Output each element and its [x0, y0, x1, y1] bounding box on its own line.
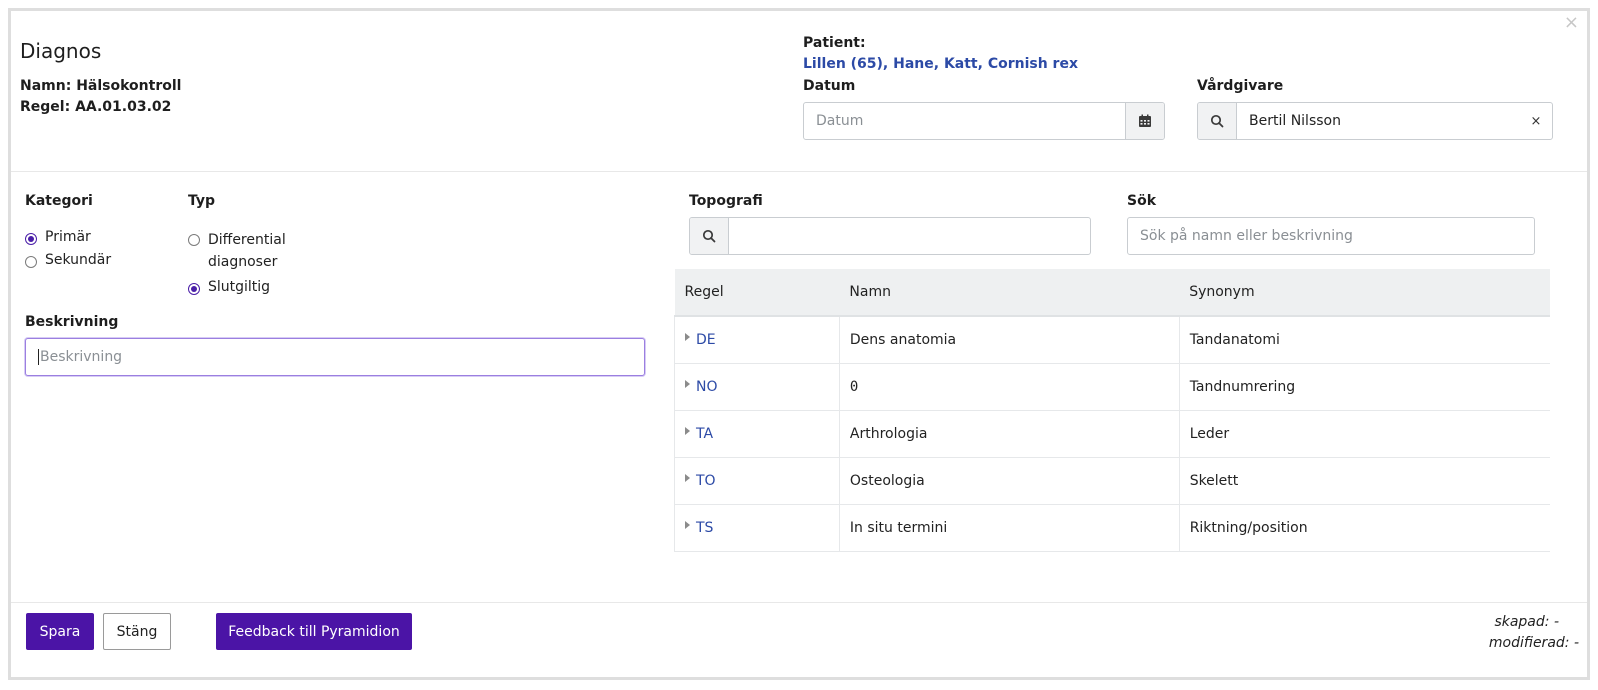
typ-radio-group: Differential diagnoser Slutgiltig — [188, 229, 286, 295]
sok-input[interactable]: Sök på namn eller beskrivning — [1127, 217, 1535, 255]
table-header-row: Regel Namn Synonym — [674, 269, 1550, 317]
beskrivning-input[interactable]: Beskrivning — [25, 338, 645, 376]
vardgivare-input[interactable]: Bertil Nilsson — [1237, 103, 1520, 139]
typ-label: Typ — [188, 193, 216, 209]
namn-cell: Osteologia — [839, 457, 1180, 505]
radio-label: Sekundär — [45, 252, 112, 268]
regel-link[interactable]: NO — [696, 379, 718, 395]
save-button[interactable]: Spara — [26, 613, 94, 650]
synonym-cell: Tandanatomi — [1179, 316, 1550, 364]
namn-cell: 0 — [839, 363, 1180, 411]
radio-sekundar[interactable]: Sekundär — [25, 252, 111, 268]
diagnos-table: Regel Namn Synonym DE Dens anatomia Tand… — [674, 269, 1550, 552]
radio-button[interactable] — [188, 283, 200, 295]
radio-button[interactable] — [25, 256, 37, 268]
regel-cell: TO — [674, 457, 840, 505]
radio-button[interactable] — [25, 233, 37, 245]
patient-link[interactable]: Lillen (65), Hane, Katt, Cornish rex — [803, 56, 1078, 72]
expand-icon[interactable] — [685, 426, 690, 435]
radio-differential[interactable]: Differential diagnoser — [188, 229, 286, 273]
radio-button[interactable] — [188, 234, 200, 246]
radio-slutgiltig[interactable]: Slutgiltig — [188, 279, 286, 295]
table-row[interactable]: TA Arthrologia Leder — [674, 410, 1550, 458]
topografi-label: Topografi — [689, 193, 763, 209]
radio-label: Slutgiltig — [208, 279, 271, 295]
column-header-synonym[interactable]: Synonym — [1179, 269, 1550, 317]
sok-label: Sök — [1127, 193, 1157, 209]
beskrivning-placeholder: Beskrivning — [40, 349, 123, 365]
expand-icon[interactable] — [685, 520, 690, 529]
table-row[interactable]: NO 0 Tandnumrering — [674, 363, 1550, 411]
regel-link[interactable]: TO — [696, 473, 716, 489]
datum-input[interactable]: Datum — [804, 103, 1125, 139]
datum-placeholder: Datum — [816, 113, 864, 129]
diagnos-dialog: × Diagnos Namn: Hälsokontroll Regel: AA.… — [8, 8, 1590, 680]
regel-cell: TS — [674, 504, 840, 552]
search-icon — [1198, 103, 1237, 139]
table-row[interactable]: TO Osteologia Skelett — [674, 457, 1550, 505]
datum-label: Datum — [803, 78, 856, 94]
kategori-radio-group: Primär Sekundär — [25, 229, 111, 268]
regel-cell: DE — [674, 316, 840, 364]
vardgivare-label: Vårdgivare — [1197, 78, 1284, 94]
column-header-regel[interactable]: Regel — [674, 269, 840, 317]
namn-line: Namn: Hälsokontroll — [20, 78, 182, 94]
modified-meta: modifierad: - — [1488, 635, 1579, 651]
diagnos-table-wrapper: Regel Namn Synonym DE Dens anatomia Tand… — [674, 269, 1550, 552]
patient-label: Patient: — [803, 35, 866, 51]
namn-cell: Dens anatomia — [839, 316, 1180, 364]
dialog-title: Diagnos — [20, 39, 102, 63]
datum-input-group: Datum — [803, 102, 1165, 140]
calendar-icon[interactable] — [1125, 103, 1164, 139]
regel-cell: NO — [674, 363, 840, 411]
expand-icon[interactable] — [685, 332, 690, 341]
regel-link[interactable]: TS — [696, 520, 713, 536]
created-meta: skapad: - — [1494, 614, 1559, 630]
close-icon[interactable]: × — [1564, 11, 1579, 35]
table-row[interactable]: TS In situ termini Riktning/position — [674, 504, 1550, 552]
column-header-namn[interactable]: Namn — [839, 269, 1180, 317]
beskrivning-label: Beskrivning — [25, 314, 119, 330]
namn-cell: Arthrologia — [839, 410, 1180, 458]
synonym-cell: Skelett — [1179, 457, 1550, 505]
synonym-cell: Leder — [1179, 410, 1550, 458]
kategori-label: Kategori — [25, 193, 93, 209]
text-caret — [38, 349, 39, 365]
close-button[interactable]: Stäng — [103, 613, 171, 650]
topografi-input-group — [689, 217, 1091, 255]
feedback-button[interactable]: Feedback till Pyramidion — [216, 613, 412, 650]
vardgivare-input-group: Bertil Nilsson × — [1197, 102, 1553, 140]
synonym-cell: Tandnumrering — [1179, 363, 1550, 411]
expand-icon[interactable] — [685, 379, 690, 388]
radio-label: Differential diagnoser — [208, 232, 286, 270]
clear-icon[interactable]: × — [1520, 103, 1552, 139]
table-row[interactable]: DE Dens anatomia Tandanatomi — [674, 316, 1550, 364]
regel-cell: TA — [674, 410, 840, 458]
header-divider — [11, 171, 1587, 172]
topografi-input[interactable] — [729, 218, 1090, 254]
synonym-cell: Riktning/position — [1179, 504, 1550, 552]
regel-line: Regel: AA.01.03.02 — [20, 99, 172, 115]
search-icon — [690, 218, 729, 254]
expand-icon[interactable] — [685, 473, 690, 482]
regel-link[interactable]: TA — [696, 426, 713, 442]
radio-primar[interactable]: Primär — [25, 229, 111, 245]
regel-link[interactable]: DE — [696, 332, 716, 348]
footer-divider — [11, 602, 1587, 603]
namn-cell: In situ termini — [839, 504, 1180, 552]
sok-placeholder: Sök på namn eller beskrivning — [1140, 228, 1353, 244]
radio-label: Primär — [45, 229, 91, 245]
